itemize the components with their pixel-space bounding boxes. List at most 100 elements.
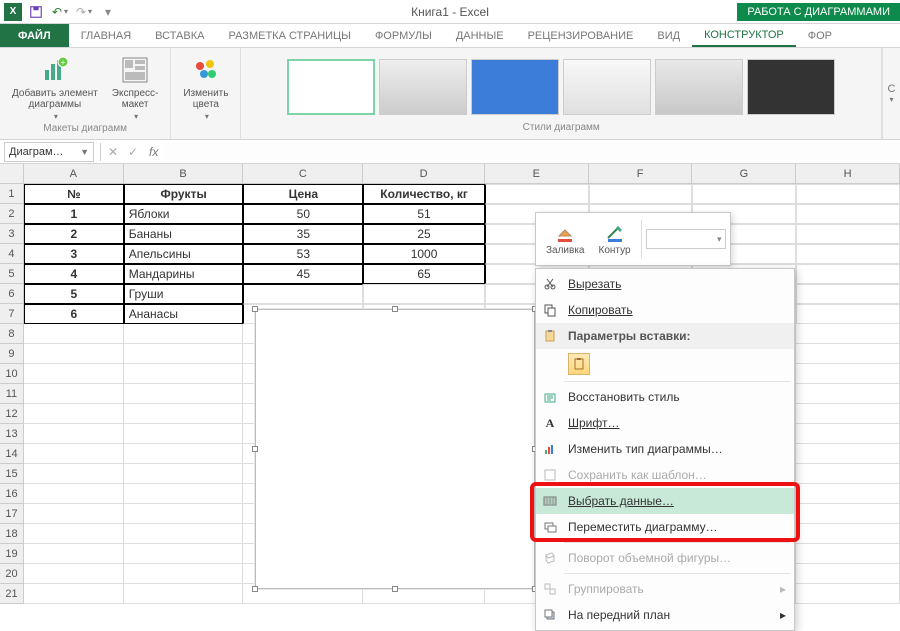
col-header-C[interactable]: C — [243, 164, 363, 183]
cell[interactable]: 2 — [24, 224, 124, 244]
row-header[interactable]: 3 — [0, 224, 24, 244]
cell[interactable]: Груши — [124, 284, 244, 304]
chart-style-1[interactable] — [287, 59, 375, 115]
cancel-formula-button[interactable]: ✕ — [103, 145, 123, 159]
row-header[interactable]: 16 — [0, 484, 24, 504]
row-header[interactable]: 13 — [0, 424, 24, 444]
row-header[interactable]: 11 — [0, 384, 24, 404]
ctx-select-data[interactable]: Выбрать данные… — [536, 488, 794, 514]
cell[interactable]: 50 — [243, 204, 363, 224]
ctx-font[interactable]: A Шрифт… — [536, 410, 794, 436]
cell[interactable]: 25 — [363, 224, 485, 244]
chart-style-2[interactable] — [379, 59, 467, 115]
redo-button[interactable]: ↷ — [74, 2, 94, 22]
tab-insert[interactable]: ВСТАВКА — [143, 24, 216, 47]
cell[interactable] — [589, 184, 693, 204]
change-colors-button[interactable]: Изменить цвета — [179, 52, 232, 123]
tab-format[interactable]: ФОР — [796, 24, 844, 47]
ctx-move-chart[interactable]: Переместить диаграмму… — [536, 514, 794, 540]
col-header-A[interactable]: A — [24, 164, 124, 183]
cell[interactable]: 45 — [243, 264, 363, 284]
chart-style-5[interactable] — [655, 59, 743, 115]
row-header[interactable]: 19 — [0, 544, 24, 564]
cell[interactable]: 1000 — [363, 244, 485, 264]
tab-file[interactable]: ФАЙЛ — [0, 24, 69, 47]
col-header-H[interactable]: H — [796, 164, 900, 183]
row-header[interactable]: 5 — [0, 264, 24, 284]
quick-layout-button[interactable]: Экспресс- макет — [108, 52, 163, 123]
name-box-dropdown-icon[interactable]: ▼ — [80, 147, 89, 157]
row-header[interactable]: 9 — [0, 344, 24, 364]
fx-icon[interactable]: fx — [143, 145, 164, 159]
chart-style-3[interactable] — [471, 59, 559, 115]
cell[interactable]: Цена — [243, 184, 363, 204]
cell[interactable]: Апельсины — [124, 244, 244, 264]
ctx-paste-option-1[interactable] — [536, 349, 794, 379]
tab-formulas[interactable]: ФОРМУЛЫ — [363, 24, 444, 47]
chart-style-4[interactable] — [563, 59, 651, 115]
cell[interactable]: 5 — [24, 284, 124, 304]
cell[interactable]: Мандарины — [124, 264, 244, 284]
cell[interactable]: Фрукты — [124, 184, 244, 204]
outline-button[interactable]: Контур — [593, 221, 637, 258]
col-header-B[interactable]: B — [124, 164, 244, 183]
add-chart-element-button[interactable]: + Добавить элемент диаграммы — [8, 52, 102, 123]
cell[interactable]: № — [24, 184, 124, 204]
undo-button[interactable]: ↶ — [50, 2, 70, 22]
select-all-corner[interactable] — [0, 164, 24, 183]
chart-style-6[interactable] — [747, 59, 835, 115]
cell[interactable]: Ананасы — [124, 304, 244, 324]
style-dropdown[interactable]: ▾ — [646, 229, 726, 249]
row-header[interactable]: 8 — [0, 324, 24, 344]
tab-home[interactable]: ГЛАВНАЯ — [69, 24, 143, 47]
ctx-reset-style[interactable]: Восстановить стиль — [536, 384, 794, 410]
row-header[interactable]: 2 — [0, 204, 24, 224]
tab-data[interactable]: ДАННЫЕ — [444, 24, 516, 47]
row-header[interactable]: 1 — [0, 184, 24, 204]
ctx-copy[interactable]: Копировать — [536, 297, 794, 323]
cell[interactable]: 51 — [363, 204, 485, 224]
tab-page-layout[interactable]: РАЗМЕТКА СТРАНИЦЫ — [216, 24, 362, 47]
cell[interactable]: 53 — [243, 244, 363, 264]
row-header[interactable]: 18 — [0, 524, 24, 544]
cell[interactable]: Бананы — [124, 224, 244, 244]
fill-button[interactable]: Заливка — [540, 221, 591, 258]
save-button[interactable] — [26, 2, 46, 22]
col-header-D[interactable]: D — [363, 164, 485, 183]
cell[interactable] — [243, 284, 363, 304]
row-header[interactable]: 7 — [0, 304, 24, 324]
cell[interactable]: 3 — [24, 244, 124, 264]
tab-review[interactable]: РЕЦЕНЗИРОВАНИЕ — [516, 24, 646, 47]
row-header[interactable]: 21 — [0, 584, 24, 604]
cell[interactable]: 6 — [24, 304, 124, 324]
cell[interactable]: Яблоки — [124, 204, 244, 224]
confirm-formula-button[interactable]: ✓ — [123, 145, 143, 159]
cell[interactable] — [485, 184, 589, 204]
cell[interactable] — [692, 184, 796, 204]
cell[interactable]: 1 — [24, 204, 124, 224]
row-header[interactable]: 15 — [0, 464, 24, 484]
cell[interactable]: 65 — [363, 264, 485, 284]
ribbon-overflow[interactable]: С▾ — [882, 48, 900, 139]
col-header-E[interactable]: E — [485, 164, 589, 183]
cell[interactable]: 4 — [24, 264, 124, 284]
row-header[interactable]: 14 — [0, 444, 24, 464]
tab-view[interactable]: ВИД — [645, 24, 692, 47]
row-header[interactable]: 20 — [0, 564, 24, 584]
chart-object[interactable] — [255, 309, 535, 589]
qat-customize-button[interactable]: ▾ — [98, 2, 118, 22]
cell[interactable]: 35 — [243, 224, 363, 244]
row-header[interactable]: 12 — [0, 404, 24, 424]
row-header[interactable]: 4 — [0, 244, 24, 264]
cell[interactable]: Количество, кг — [363, 184, 485, 204]
ctx-change-chart-type[interactable]: Изменить тип диаграммы… — [536, 436, 794, 462]
name-box[interactable]: Диаграм… ▼ — [4, 142, 94, 162]
row-header[interactable]: 6 — [0, 284, 24, 304]
formula-input[interactable] — [164, 142, 900, 162]
cell[interactable] — [796, 184, 900, 204]
row-header[interactable]: 17 — [0, 504, 24, 524]
col-header-F[interactable]: F — [589, 164, 693, 183]
ctx-cut[interactable]: Вырезать — [536, 271, 794, 297]
cell[interactable] — [363, 284, 485, 304]
row-header[interactable]: 10 — [0, 364, 24, 384]
